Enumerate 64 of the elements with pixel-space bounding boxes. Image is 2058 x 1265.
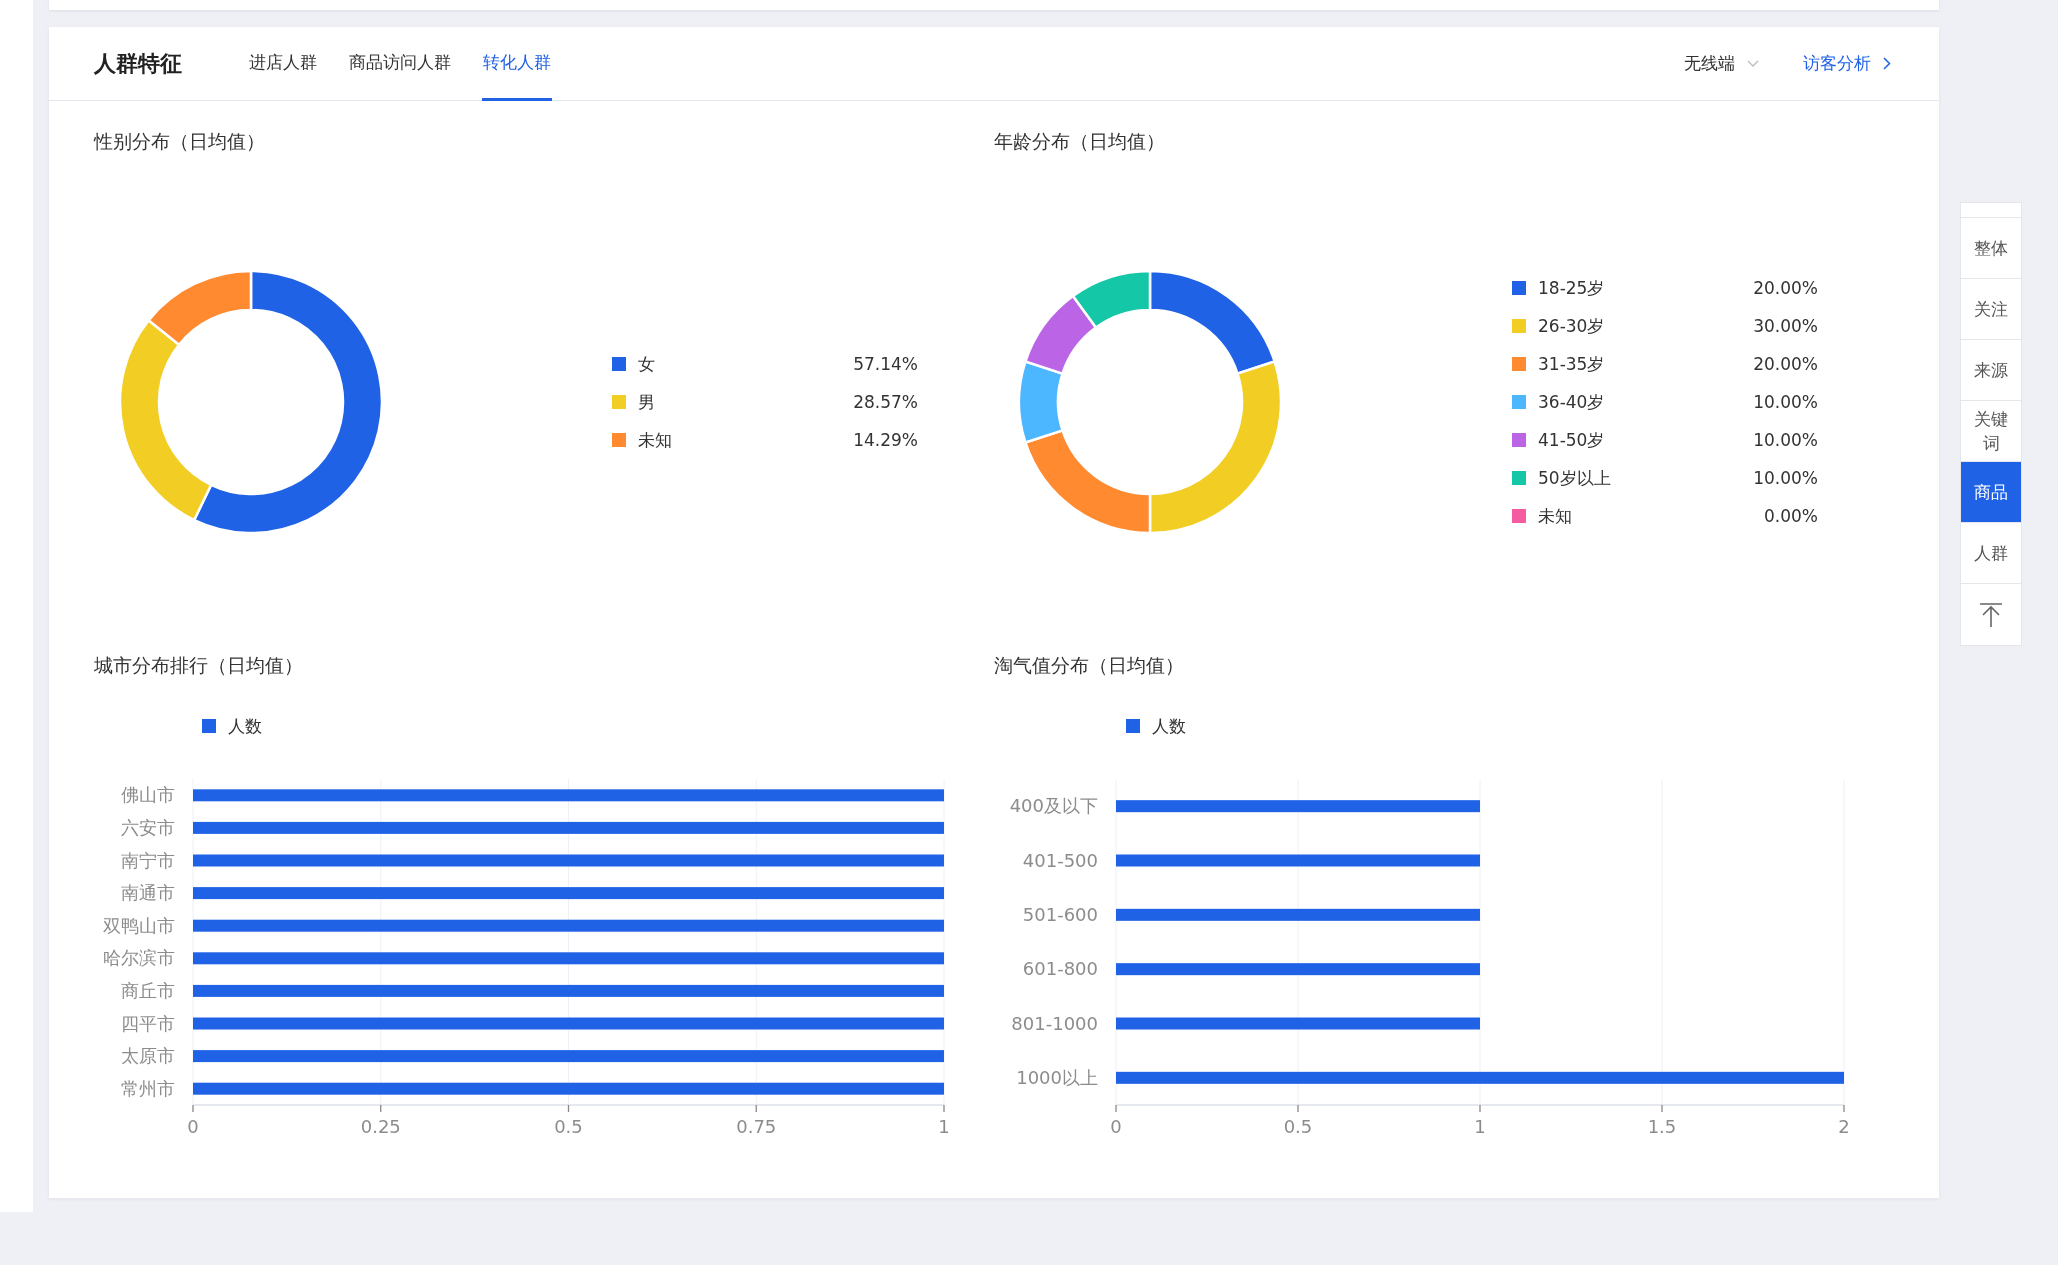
- axis-category-label: 六安市: [121, 816, 175, 838]
- axis-tick-label: 0.25: [360, 1116, 401, 1137]
- axis-category-label: 常州市: [121, 1077, 175, 1099]
- axis-category-label: 太原市: [121, 1045, 175, 1067]
- axis-category-label: 400及以下: [1009, 795, 1098, 817]
- axis-category-label: 1000以上: [1016, 1066, 1098, 1088]
- legend-label: 未知: [1538, 504, 1572, 528]
- axis-category-label: 佛山市: [121, 784, 175, 806]
- tab[interactable]: 进店人群: [248, 27, 318, 101]
- axis-tick-label: 1: [1474, 1116, 1486, 1137]
- legend-label: 18-25岁: [1538, 276, 1605, 300]
- legend-swatch: [1126, 719, 1140, 733]
- axis-tick-label: 0.5: [1283, 1116, 1313, 1137]
- axis-tick-label: 0: [187, 1116, 199, 1137]
- legend-label: 人数: [1152, 714, 1186, 738]
- tab[interactable]: 商品访问人群: [348, 27, 452, 101]
- section-title: 城市分布排行（日均值）: [94, 653, 304, 678]
- legend-value: 10.00%: [1753, 468, 1818, 488]
- side-nav-item[interactable]: 商品: [1961, 462, 2021, 523]
- legend-label: 26-30岁: [1538, 314, 1605, 338]
- legend-swatch: [202, 719, 216, 733]
- tab[interactable]: 转化人群: [482, 27, 552, 101]
- axis-category-label: 哈尔滨市: [103, 947, 175, 969]
- legend-label: 50岁以上: [1538, 466, 1611, 490]
- arrow-up-icon: [1979, 601, 2003, 628]
- section-title: 年龄分布（日均值）: [994, 129, 1166, 154]
- axis-category-label: 501-600: [1022, 903, 1098, 925]
- legend-value: 14.29%: [853, 430, 918, 450]
- axis-tick-label: 0: [1110, 1116, 1122, 1137]
- legend-label: 41-50岁: [1538, 428, 1605, 452]
- legend-value: 20.00%: [1753, 278, 1818, 298]
- axis-tick-label: 1.5: [1647, 1116, 1677, 1137]
- axis-tick-label: 1: [938, 1116, 950, 1137]
- axis-category-label: 四平市: [121, 1012, 175, 1034]
- chevron-down-icon: [1747, 59, 1759, 68]
- legend-value: 10.00%: [1753, 430, 1818, 450]
- legend-label: 36-40岁: [1538, 390, 1605, 414]
- chevron-right-icon: [1883, 57, 1891, 70]
- legend-value: 0.00%: [1764, 506, 1818, 526]
- legend-value: 30.00%: [1753, 316, 1818, 336]
- axis-category-label: 南通市: [121, 882, 175, 904]
- legend-value: 57.14%: [853, 354, 918, 374]
- axis-category-label: 南宁市: [121, 849, 175, 871]
- axis-tick-label: 0.5: [554, 1116, 583, 1137]
- axis-category-label: 商丘市: [121, 979, 175, 1001]
- device-dropdown[interactable]: 无线端: [1684, 52, 1759, 75]
- axis-tick-label: 0.75: [736, 1116, 777, 1137]
- panel-title: 人群特征: [94, 49, 182, 78]
- axis-category-label: 801-1000: [1011, 1012, 1098, 1034]
- section-title: 性别分布（日均值）: [94, 129, 266, 154]
- legend-label: 未知: [638, 428, 672, 452]
- legend-label: 男: [638, 390, 655, 414]
- legend-value: 28.57%: [853, 392, 918, 412]
- legend-label: 人数: [228, 714, 262, 738]
- section-title: 淘气值分布（日均值）: [994, 653, 1185, 678]
- axis-category-label: 双鸭山市: [103, 914, 175, 936]
- legend-label: 女: [638, 352, 655, 376]
- axis-tick-label: 2: [1838, 1116, 1850, 1137]
- visitor-analysis-link[interactable]: 访客分析: [1803, 52, 1891, 75]
- legend-label: 31-35岁: [1538, 352, 1605, 376]
- axis-category-label: 401-500: [1022, 849, 1098, 871]
- legend-value: 10.00%: [1753, 392, 1818, 412]
- legend-value: 20.00%: [1753, 354, 1818, 374]
- axis-category-label: 601-800: [1022, 958, 1098, 980]
